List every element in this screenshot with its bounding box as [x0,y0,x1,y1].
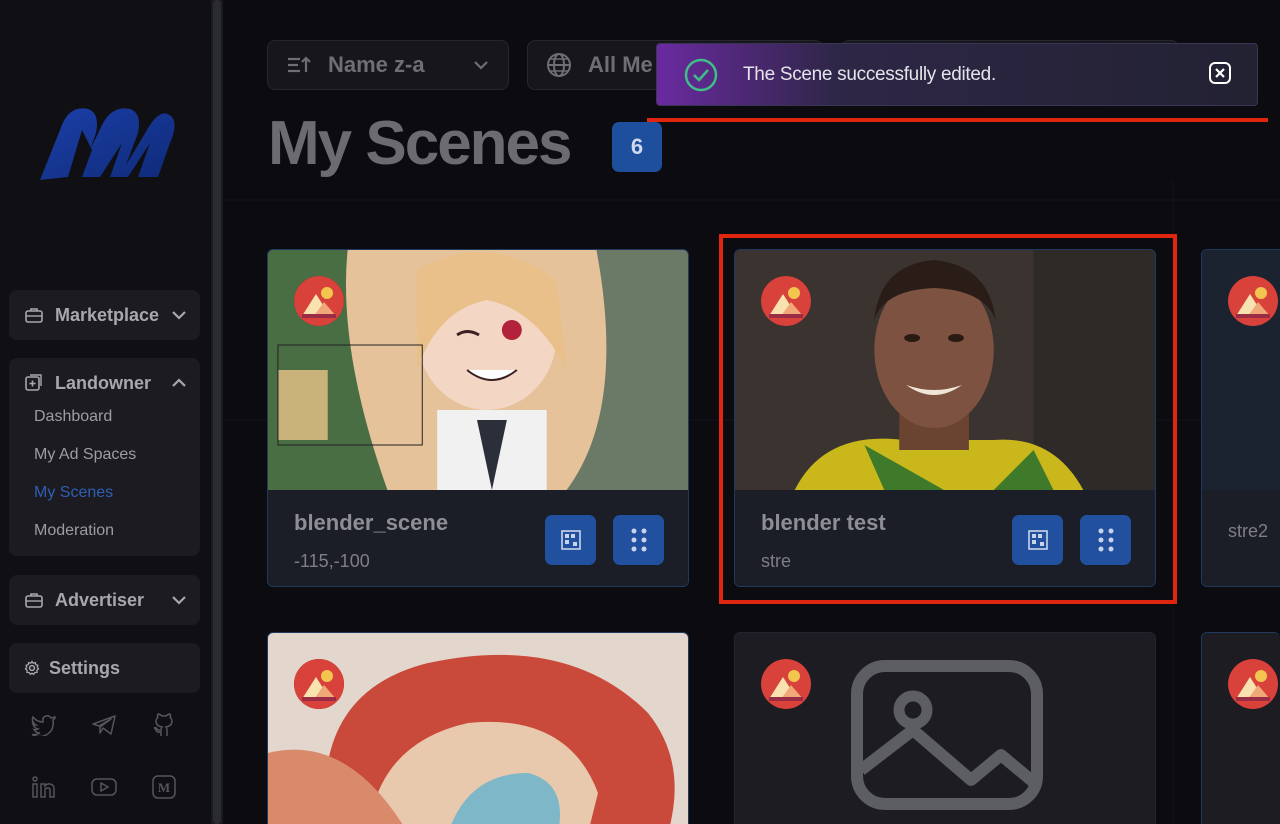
chevron-down-icon [474,61,488,70]
drag-dots-icon [631,528,646,552]
scene-coordinates: -115,-100 [294,551,370,571]
scene-map-button[interactable] [545,515,596,565]
sidebar-item-my-scenes[interactable]: My Scenes [9,474,200,512]
scene-card[interactable]: stre2 [1201,249,1280,587]
scene-card[interactable]: blender_scene -115,-100 [267,249,689,587]
marketplace-label: Marketplace [55,304,160,325]
creator-avatar [294,276,344,326]
highlight-underline [647,118,1268,122]
app-logo[interactable] [30,95,180,195]
scene-count-badge: 6 [612,122,662,172]
sort-icon [288,56,311,73]
sidebar-item-moderation[interactable]: Moderation [9,512,200,550]
sidebar: Marketplace Landowner Dashboard My Ad Sp… [0,0,212,824]
landowner-menu: Landowner Dashboard My Ad Spaces My Scen… [9,358,200,556]
scene-info: stre2 [1202,490,1280,586]
medium-icon[interactable]: M [149,772,179,802]
briefcase-icon [23,589,45,611]
add-square-icon [23,372,45,394]
sidebar-item-my-ad-spaces[interactable]: My Ad Spaces [9,436,200,474]
scene-card[interactable] [734,632,1156,824]
github-icon[interactable] [149,710,179,740]
settings-label: Settings [49,657,121,678]
settings-menu[interactable]: Settings [9,643,200,693]
filter-label: All Me [588,52,653,77]
sort-label: Name z-a [328,52,425,77]
creator-avatar [761,659,811,709]
sidebar-scrollbar[interactable] [211,0,223,824]
image-placeholder-icon [851,660,1043,810]
advertiser-menu[interactable]: Advertiser [9,575,200,625]
marketplace-menu[interactable]: Marketplace [9,290,200,340]
chevron-down-icon [172,311,186,320]
scene-info: blender_scene -115,-100 [268,490,688,586]
grid-map-icon [560,530,581,550]
chevron-up-icon [172,378,186,387]
highlight-box [719,234,1177,604]
scene-card[interactable] [267,632,689,824]
linkedin-icon[interactable] [29,772,59,802]
page-title: My Scenes [268,109,573,178]
sort-dropdown[interactable]: Name z-a [267,40,509,90]
toast-message: The Scene successfully edited. [743,64,996,85]
gear-icon [23,657,41,679]
sidebar-item-dashboard[interactable]: Dashboard [9,398,200,436]
creator-avatar [1228,276,1278,326]
chevron-down-icon [172,596,186,605]
scene-name: blender_scene [294,510,449,535]
twitter-icon[interactable] [29,710,59,740]
creator-avatar [1228,659,1278,709]
globe-icon [547,53,571,77]
advertiser-label: Advertiser [55,589,145,610]
creator-avatar [294,659,344,709]
check-circle-icon [684,58,718,92]
briefcase-icon [23,304,45,326]
svg-text:M: M [158,780,170,795]
success-toast: The Scene successfully edited. [656,43,1258,106]
scene-card[interactable] [1201,632,1280,824]
telegram-icon[interactable] [89,710,119,740]
landowner-label: Landowner [55,372,152,393]
scene-options-button[interactable] [613,515,664,565]
close-icon[interactable] [1208,61,1232,85]
youtube-icon[interactable] [89,772,119,802]
scene-coordinates: stre2 [1228,521,1269,541]
